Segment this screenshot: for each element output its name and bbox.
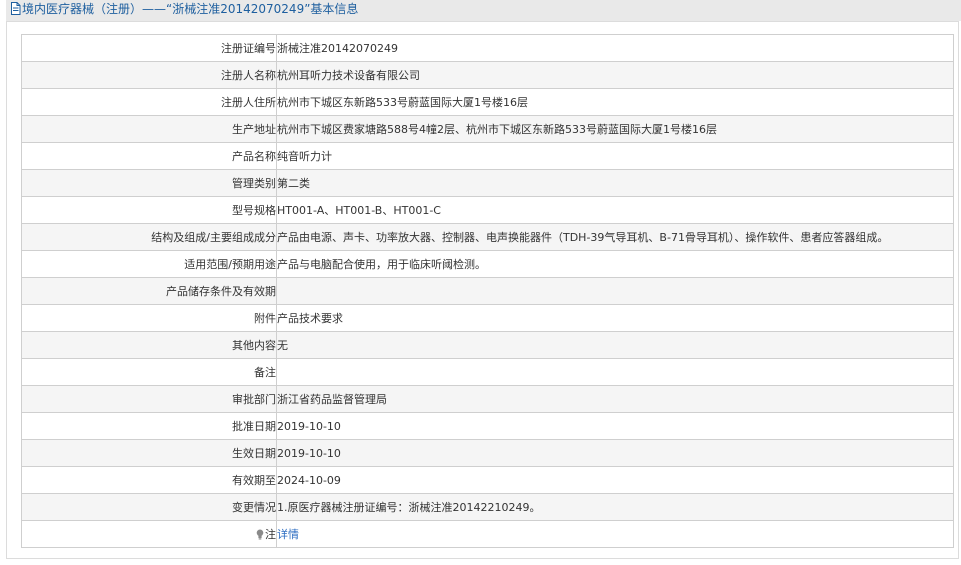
note-label-cell: 注 — [21, 520, 277, 548]
row-value: 1.原医疗器械注册证编号：浙械注准20142210249。 — [276, 493, 954, 521]
note-row: 注 详情 — [21, 520, 954, 548]
row-label: 结构及组成/主要组成成分 — [21, 223, 277, 251]
row-label: 附件 — [21, 304, 277, 332]
table-row: 注册证编号 浙械注准20142070249 — [21, 34, 954, 62]
row-value: 2019-10-10 — [276, 439, 954, 467]
table-row: 产品储存条件及有效期 — [21, 277, 954, 305]
row-value — [276, 277, 954, 305]
row-value: 2024-10-09 — [276, 466, 954, 494]
table-row: 变更情况 1.原医疗器械注册证编号：浙械注准20142210249。 — [21, 493, 954, 521]
table-row: 其他内容 无 — [21, 331, 954, 359]
row-label: 有效期至 — [21, 466, 277, 494]
row-value: 产品技术要求 — [276, 304, 954, 332]
row-label: 备注 — [21, 358, 277, 386]
document-icon — [11, 2, 21, 15]
table-row: 有效期至 2024-10-09 — [21, 466, 954, 494]
page-title: 境内医疗器械（注册）——“浙械注准20142070249”基本信息 — [10, 1, 358, 17]
row-label: 注册人住所 — [21, 88, 277, 116]
table-row: 管理类别 第二类 — [21, 169, 954, 197]
table-row: 适用范围/预期用途 产品与电脑配合使用，用于临床听阈检测。 — [21, 250, 954, 278]
row-label: 型号规格 — [21, 196, 277, 224]
row-label: 批准日期 — [21, 412, 277, 440]
row-value: 浙江省药品监督管理局 — [276, 385, 954, 413]
row-label: 生产地址 — [21, 115, 277, 143]
row-value — [276, 358, 954, 386]
table-row: 审批部门 浙江省药品监督管理局 — [21, 385, 954, 413]
table-row: 产品名称 纯音听力计 — [21, 142, 954, 170]
row-value: 2019-10-10 — [276, 412, 954, 440]
table-row: 批准日期 2019-10-10 — [21, 412, 954, 440]
table-row: 备注 — [21, 358, 954, 386]
row-label: 产品储存条件及有效期 — [21, 277, 277, 305]
table-row: 注册人名称 杭州耳听力技术设备有限公司 — [21, 61, 954, 89]
row-value: 产品由电源、声卡、功率放大器、控制器、电声换能器件（TDH-39气导耳机、B-7… — [276, 223, 954, 251]
table-row: 型号规格 HT001-A、HT001-B、HT001-C — [21, 196, 954, 224]
row-label: 生效日期 — [21, 439, 277, 467]
row-label: 审批部门 — [21, 385, 277, 413]
row-label: 变更情况 — [21, 493, 277, 521]
table-row: 生效日期 2019-10-10 — [21, 439, 954, 467]
row-value: 杭州耳听力技术设备有限公司 — [276, 61, 954, 89]
table-row: 附件 产品技术要求 — [21, 304, 954, 332]
row-value: 第二类 — [276, 169, 954, 197]
row-label: 其他内容 — [21, 331, 277, 359]
row-label: 适用范围/预期用途 — [21, 250, 277, 278]
page-header: 境内医疗器械（注册）——“浙械注准20142070249”基本信息 — [6, 0, 961, 21]
row-value: HT001-A、HT001-B、HT001-C — [276, 196, 954, 224]
info-table: 注册证编号 浙械注准20142070249 注册人名称 杭州耳听力技术设备有限公… — [21, 34, 954, 548]
row-label: 管理类别 — [21, 169, 277, 197]
row-value: 无 — [276, 331, 954, 359]
row-value: 杭州市下城区费家塘路588号4幢2层、杭州市下城区东新路533号蔚蓝国际大厦1号… — [276, 115, 954, 143]
note-label: 注 — [265, 528, 276, 541]
row-label: 注册证编号 — [21, 34, 277, 62]
row-label: 产品名称 — [21, 142, 277, 170]
table-row: 结构及组成/主要组成成分 产品由电源、声卡、功率放大器、控制器、电声换能器件（T… — [21, 223, 954, 251]
note-value-cell: 详情 — [276, 520, 954, 548]
table-row: 注册人住所 杭州市下城区东新路533号蔚蓝国际大厦1号楼16层 — [21, 88, 954, 116]
details-link[interactable]: 详情 — [278, 528, 300, 541]
row-value: 浙械注准20142070249 — [276, 34, 954, 62]
page-title-text: 境内医疗器械（注册）——“浙械注准20142070249”基本信息 — [22, 2, 359, 16]
row-label: 注册人名称 — [21, 61, 277, 89]
table-row: 生产地址 杭州市下城区费家塘路588号4幢2层、杭州市下城区东新路533号蔚蓝国… — [21, 115, 954, 143]
info-panel: 注册证编号 浙械注准20142070249 注册人名称 杭州耳听力技术设备有限公… — [6, 21, 959, 559]
row-value: 产品与电脑配合使用，用于临床听阈检测。 — [276, 250, 954, 278]
row-value: 杭州市下城区东新路533号蔚蓝国际大厦1号楼16层 — [276, 88, 954, 116]
lightbulb-icon — [256, 529, 264, 540]
row-value: 纯音听力计 — [276, 142, 954, 170]
